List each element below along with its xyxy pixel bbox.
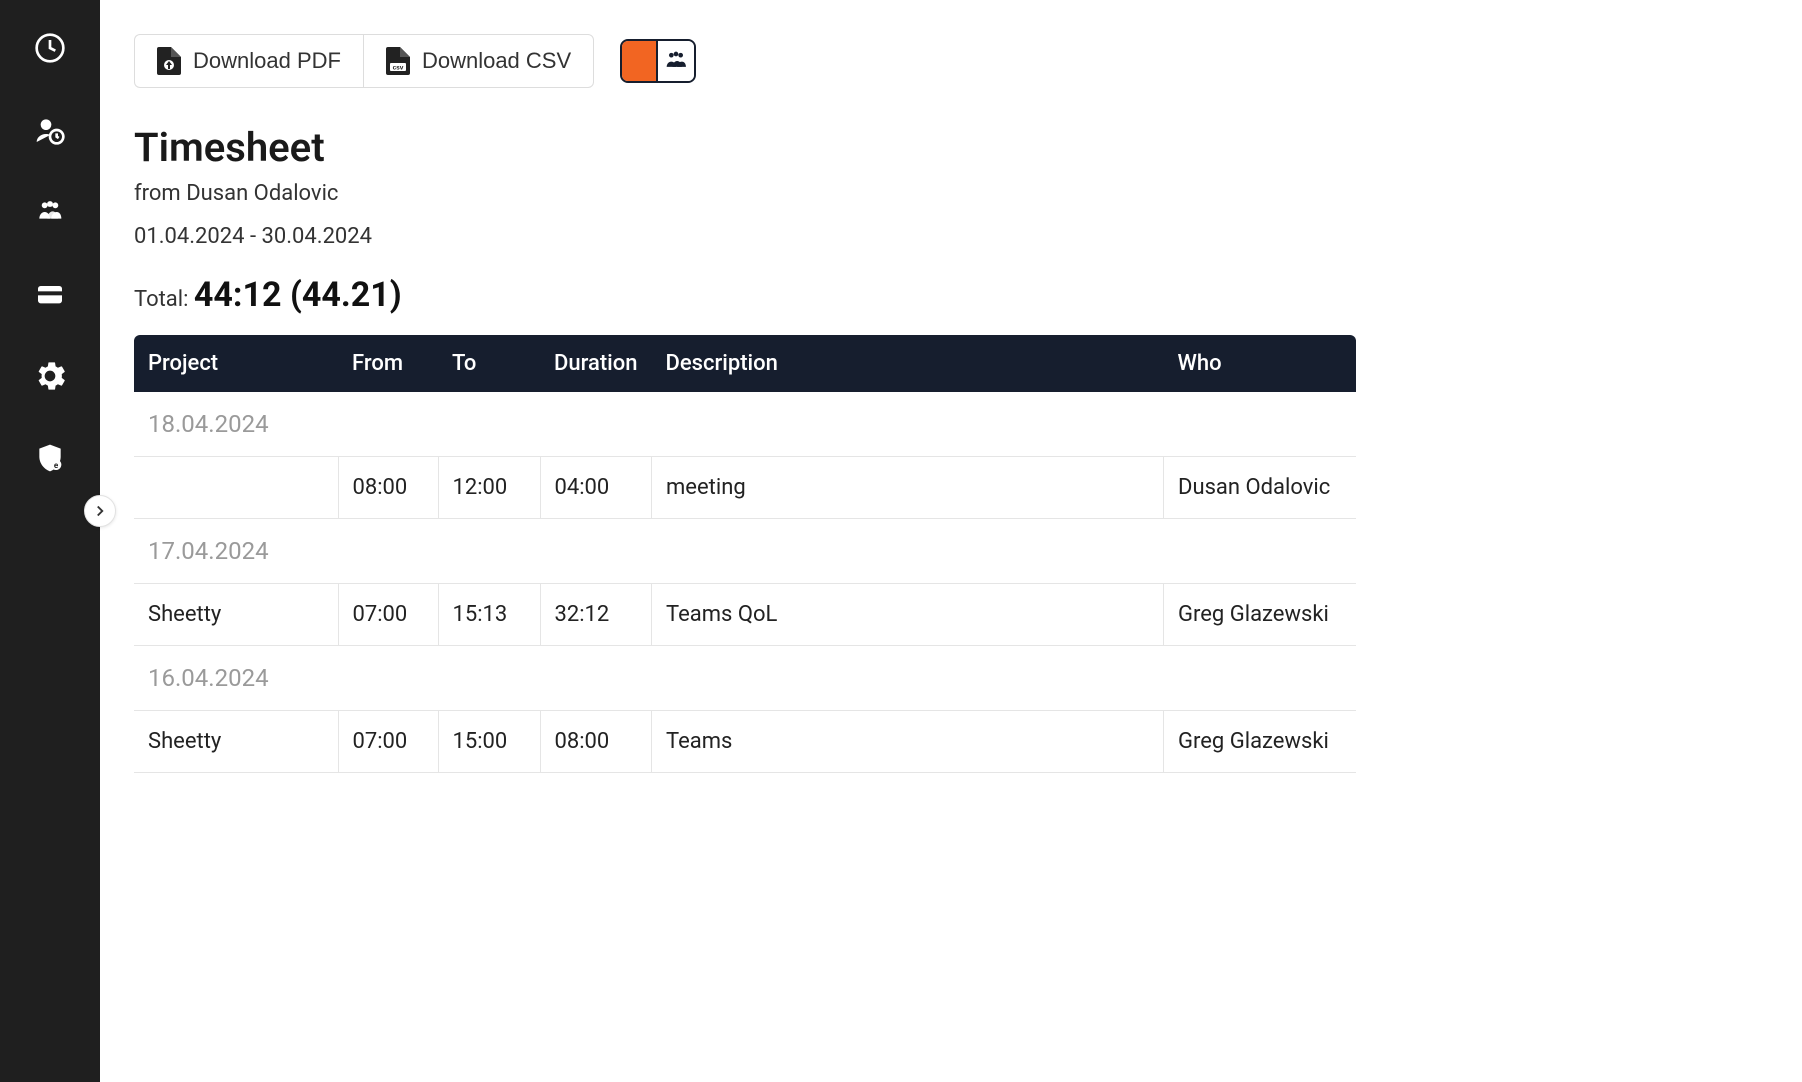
main-content: Download PDF csv Download CSV [100,0,1802,1082]
cell-project: Sheetty [134,711,338,773]
cell-description: Teams QoL [652,584,1164,646]
cell-duration: 04:00 [540,457,652,519]
sidebar: e [0,0,100,1082]
subtitle: from Dusan Odalovic [134,181,1768,206]
cell-from: 08:00 [338,457,438,519]
date-group-label: 17.04.2024 [134,519,1356,584]
date-range: 01.04.2024 - 30.04.2024 [134,224,1768,249]
user-clock-icon[interactable] [32,112,68,148]
shield-icon[interactable]: e [32,440,68,476]
download-csv-button[interactable]: csv Download CSV [363,34,594,88]
group-icon[interactable] [32,194,68,230]
subtitle-person: Dusan Odalovic [186,181,338,206]
toolbar: Download PDF csv Download CSV [134,34,1768,88]
total-label: Total: [134,287,194,312]
page-title: Timesheet [134,124,1768,171]
view-toggle-team[interactable] [658,41,694,81]
expand-sidebar-button[interactable] [84,495,116,527]
subtitle-prefix: from [134,181,186,206]
cell-to: 15:13 [438,584,540,646]
col-duration: Duration [540,335,652,392]
csv-file-icon: csv [386,47,410,75]
col-from: From [338,335,438,392]
gear-icon[interactable] [32,358,68,394]
download-pdf-button[interactable]: Download PDF [134,34,363,88]
clock-icon[interactable] [32,30,68,66]
date-group-row: 17.04.2024 [134,519,1356,584]
col-description: Description [652,335,1164,392]
date-group-label: 18.04.2024 [134,392,1356,457]
svg-text:e: e [54,461,59,470]
cell-who: Greg Glazewski [1164,711,1356,773]
cell-duration: 32:12 [540,584,652,646]
date-group-row: 18.04.2024 [134,392,1356,457]
download-pdf-label: Download PDF [193,48,341,74]
table-row: 08:0012:0004:00meetingDusan Odalovic [134,457,1356,519]
view-toggle-left[interactable] [622,41,658,81]
table-row: Sheetty07:0015:0008:00TeamsGreg Glazewsk… [134,711,1356,773]
download-button-group: Download PDF csv Download CSV [134,34,594,88]
table-row: Sheetty07:0015:1332:12Teams QoLGreg Glaz… [134,584,1356,646]
cell-from: 07:00 [338,584,438,646]
cell-description: meeting [652,457,1164,519]
cell-to: 15:00 [438,711,540,773]
download-csv-label: Download CSV [422,48,571,74]
view-toggle [620,39,696,83]
date-group-row: 16.04.2024 [134,646,1356,711]
date-group-label: 16.04.2024 [134,646,1356,711]
cell-description: Teams [652,711,1164,773]
cell-duration: 08:00 [540,711,652,773]
total-value: 44:12 (44.21) [194,275,402,315]
cell-project [134,457,338,519]
timesheet-table: Project From To Duration Description Who… [134,335,1356,773]
cell-who: Dusan Odalovic [1164,457,1356,519]
table-header-row: Project From To Duration Description Who [134,335,1356,392]
col-to: To [438,335,540,392]
cell-project: Sheetty [134,584,338,646]
cell-to: 12:00 [438,457,540,519]
pdf-file-icon [157,47,181,75]
col-who: Who [1164,335,1356,392]
svg-text:csv: csv [393,65,404,72]
card-icon[interactable] [32,276,68,312]
cell-who: Greg Glazewski [1164,584,1356,646]
col-project: Project [134,335,338,392]
cell-from: 07:00 [338,711,438,773]
total-line: Total: 44:12 (44.21) [134,275,1768,315]
